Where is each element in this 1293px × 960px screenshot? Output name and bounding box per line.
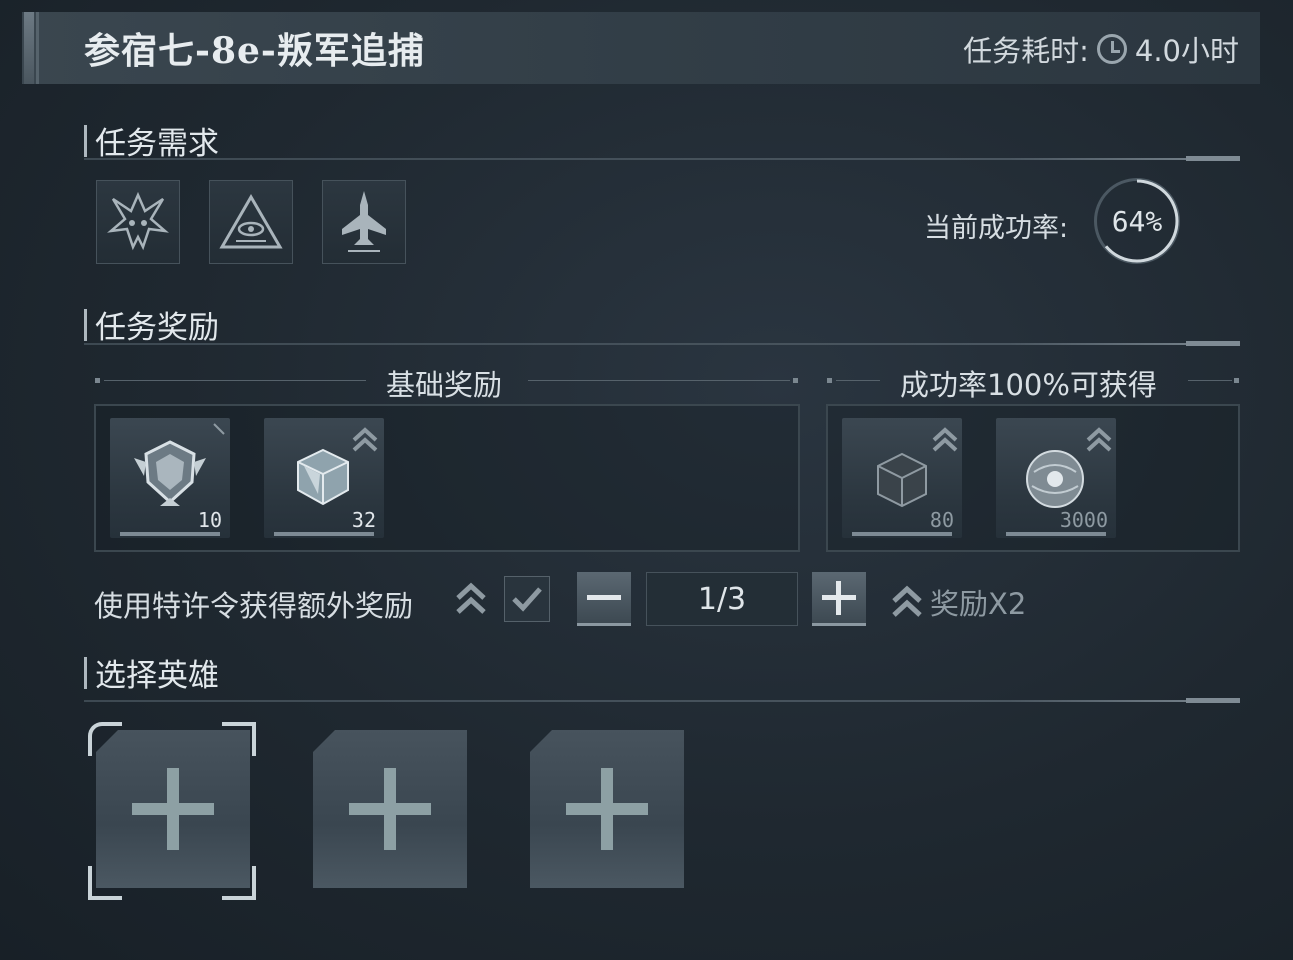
minus-icon [587, 594, 621, 600]
success-rate-label: 当前成功率: [924, 213, 1069, 244]
upgrade-chevron-icon [1086, 427, 1112, 452]
upgrade-chevron-icon [932, 427, 958, 452]
section-divider [84, 343, 1240, 345]
item-base-bar [120, 532, 220, 536]
item-count: 3000 [1059, 508, 1108, 532]
section-divider [84, 700, 1240, 702]
title-accent-line [36, 12, 39, 84]
reward-item[interactable]: 32 [264, 418, 384, 538]
hero-slot-2[interactable] [313, 730, 467, 888]
add-hero-icon [384, 768, 396, 850]
subheader-line [104, 380, 366, 381]
divider-dot [95, 378, 100, 383]
section-divider [84, 158, 1240, 160]
privilege-label: 使用特许令获得额外奖励 [94, 589, 414, 623]
divider-dot [827, 378, 832, 383]
duration-label: 任务耗时: [963, 34, 1089, 68]
item-base-bar [852, 532, 952, 536]
bonus-chevron-icon [892, 585, 922, 617]
hero-slot-1[interactable] [96, 730, 250, 888]
item-count: 32 [351, 508, 376, 532]
privilege-checkbox[interactable] [504, 576, 550, 622]
add-hero-icon [167, 768, 179, 850]
divider-dot [793, 378, 798, 383]
checkmark-icon [512, 587, 542, 612]
item-base-bar [1006, 532, 1106, 536]
heroes-title: 选择英雄 [95, 658, 219, 694]
corner-mark-icon [213, 423, 225, 435]
title-accent [24, 12, 34, 84]
item-count: 80 [929, 508, 954, 532]
section-divider-end [1186, 341, 1240, 346]
rewards-heading: 任务奖励 [84, 302, 219, 347]
section-divider-end [1186, 698, 1240, 703]
reward-item[interactable]: 3000 [996, 418, 1116, 538]
base-rewards-title: 基础奖励 [386, 368, 503, 402]
item-count: 10 [197, 508, 222, 532]
mission-duration: 任务耗时: 4.0小时 [963, 28, 1239, 70]
requirements-title: 任务需求 [95, 126, 219, 162]
plus-icon [822, 580, 856, 615]
heading-bar [84, 308, 87, 341]
fighter-jet-icon[interactable] [322, 180, 406, 264]
success-rate-gauge: 64% [1094, 178, 1180, 264]
rewards-title: 任务奖励 [95, 310, 219, 346]
hero-slot-3[interactable] [530, 730, 684, 888]
crystal-cube-icon [297, 448, 349, 506]
clock-icon [1096, 34, 1127, 64]
item-base-bar [274, 532, 374, 536]
privilege-count: 1/3 [646, 572, 798, 626]
heroes-heading: 选择英雄 [84, 650, 219, 695]
subheader-line [1188, 380, 1232, 381]
requirements-heading: 任务需求 [84, 118, 219, 163]
dark-cube-icon [877, 452, 927, 508]
bonus-multiplier: 奖励X2 [890, 581, 1026, 623]
section-divider-end [1186, 156, 1240, 161]
demon-emblem-icon[interactable] [96, 180, 180, 264]
bonus-text: 奖励X2 [930, 587, 1027, 621]
privilege-chevron-icon [456, 582, 486, 614]
bonus-rewards-title: 成功率100%可获得 [900, 368, 1157, 402]
mission-title: 参宿七-8e-叛军追捕 [84, 30, 425, 72]
reward-item[interactable]: 10 [110, 418, 230, 538]
eye-pyramid-icon[interactable] [209, 180, 293, 264]
increment-button[interactable] [812, 572, 866, 626]
success-rate-arc [1095, 179, 1179, 263]
decrement-button[interactable] [577, 572, 631, 626]
divider-dot [1234, 378, 1239, 383]
subheader-line [836, 380, 880, 381]
subheader-line [528, 380, 790, 381]
orb-icon [1026, 450, 1084, 508]
heading-bar [84, 124, 87, 157]
reward-item[interactable]: 80 [842, 418, 962, 538]
duration-value: 4.0小时 [1134, 34, 1239, 68]
upgrade-chevron-icon [352, 427, 378, 452]
heading-bar [84, 656, 87, 689]
rank-badge-icon [134, 440, 206, 506]
add-hero-icon [601, 768, 613, 850]
